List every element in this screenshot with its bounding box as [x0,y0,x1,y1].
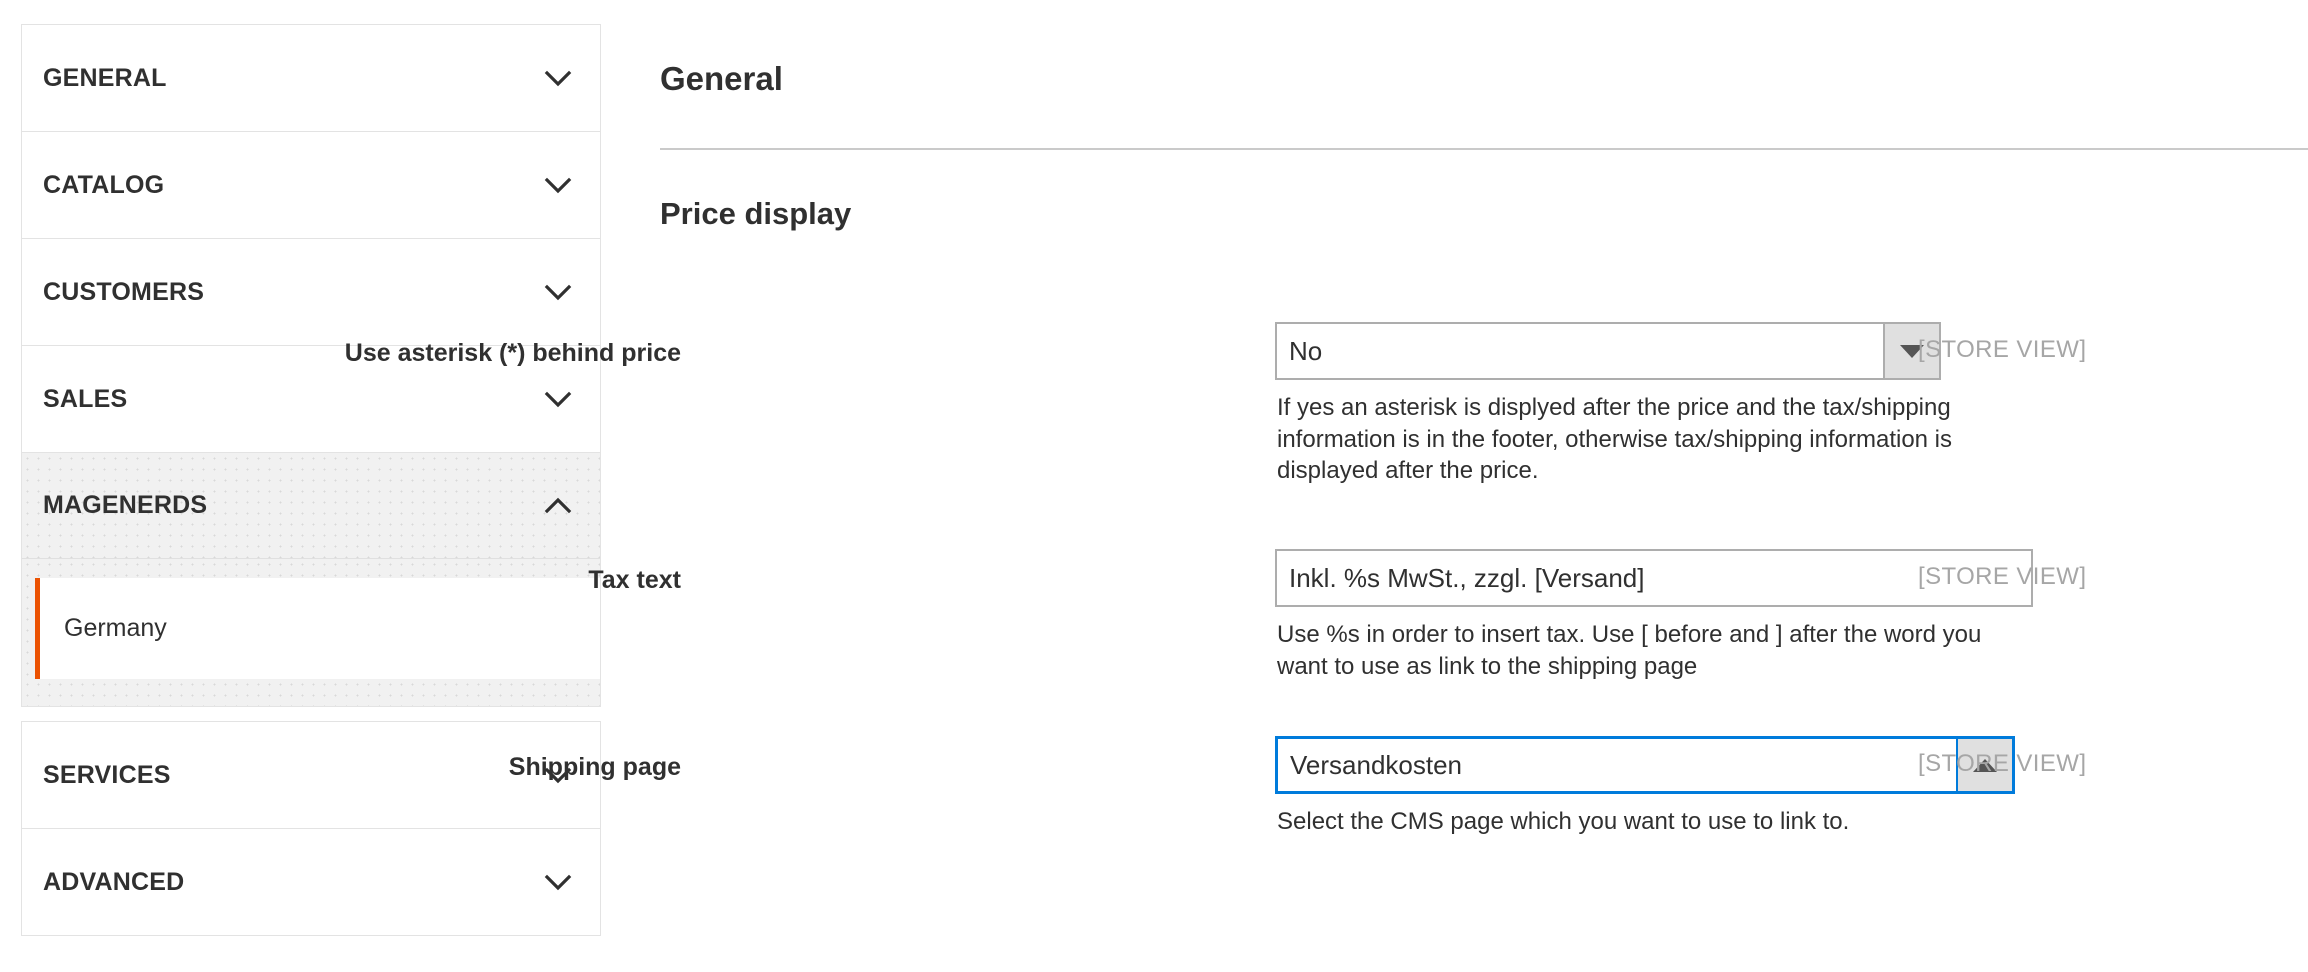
chevron-down-icon [542,866,574,898]
field-control: Versandkosten [1275,736,2015,794]
settings-content: General Price display Use asterisk (*) b… [660,0,2308,972]
settings-sidebar: GENERAL CATALOG CUSTOMERS SALES [21,24,601,936]
sidebar-gap [21,707,601,721]
field-note: Use %s in order to insert tax. Use [ bef… [1277,619,1997,682]
chevron-up-icon [542,490,574,522]
sidebar-item-label: CATALOG [43,171,542,200]
sidebar-section-general: GENERAL [21,24,601,131]
field-note: If yes an asterisk is displyed after the… [1277,392,2037,487]
sidebar-item-label: MAGENERDS [43,491,542,520]
chevron-down-icon [542,169,574,201]
shipping-page-select[interactable]: Versandkosten [1275,736,2015,794]
field-scope-badge: [STORE VIEW] [1918,336,2086,364]
sidebar-item-label: CUSTOMERS [43,278,542,307]
sidebar-section-advanced: ADVANCED [21,828,601,936]
sidebar-section-catalog: CATALOG [21,131,601,238]
sidebar-subsection-footer [21,679,601,707]
sidebar-item-magenerds[interactable]: MAGENERDS [22,453,600,559]
chevron-down-icon [542,276,574,308]
sidebar-item-label: ADVANCED [43,868,542,897]
field-label: Tax text [0,565,681,595]
sidebar-subitem-label: Germany [64,614,167,643]
sidebar-item-advanced[interactable]: ADVANCED [22,829,600,935]
select-value: No [1277,324,1883,378]
sidebar-item-customers[interactable]: CUSTOMERS [22,239,600,345]
field-label: Shipping page [0,752,681,782]
sidebar-section-magenerds: MAGENERDS [21,452,601,559]
field-note: Select the CMS page which you want to us… [1277,806,2177,838]
field-control: No [1275,322,1941,380]
sidebar-item-label: SALES [43,385,542,414]
sidebar-item-general[interactable]: GENERAL [22,25,600,131]
field-scope-badge: [STORE VIEW] [1918,563,2086,591]
sidebar-item-catalog[interactable]: CATALOG [22,132,600,238]
sidebar-item-label: GENERAL [43,64,542,93]
section-title: Price display [660,198,851,229]
chevron-down-icon [542,62,574,94]
field-label: Use asterisk (*) behind price [0,338,681,368]
field-scope-badge: [STORE VIEW] [1918,750,2086,778]
select-value: Versandkosten [1278,739,1956,791]
chevron-down-icon [542,383,574,415]
use-asterisk-select[interactable]: No [1275,322,1941,380]
title-divider [660,148,2308,150]
sidebar-section-customers: CUSTOMERS [21,238,601,345]
page-title: General [660,62,783,95]
